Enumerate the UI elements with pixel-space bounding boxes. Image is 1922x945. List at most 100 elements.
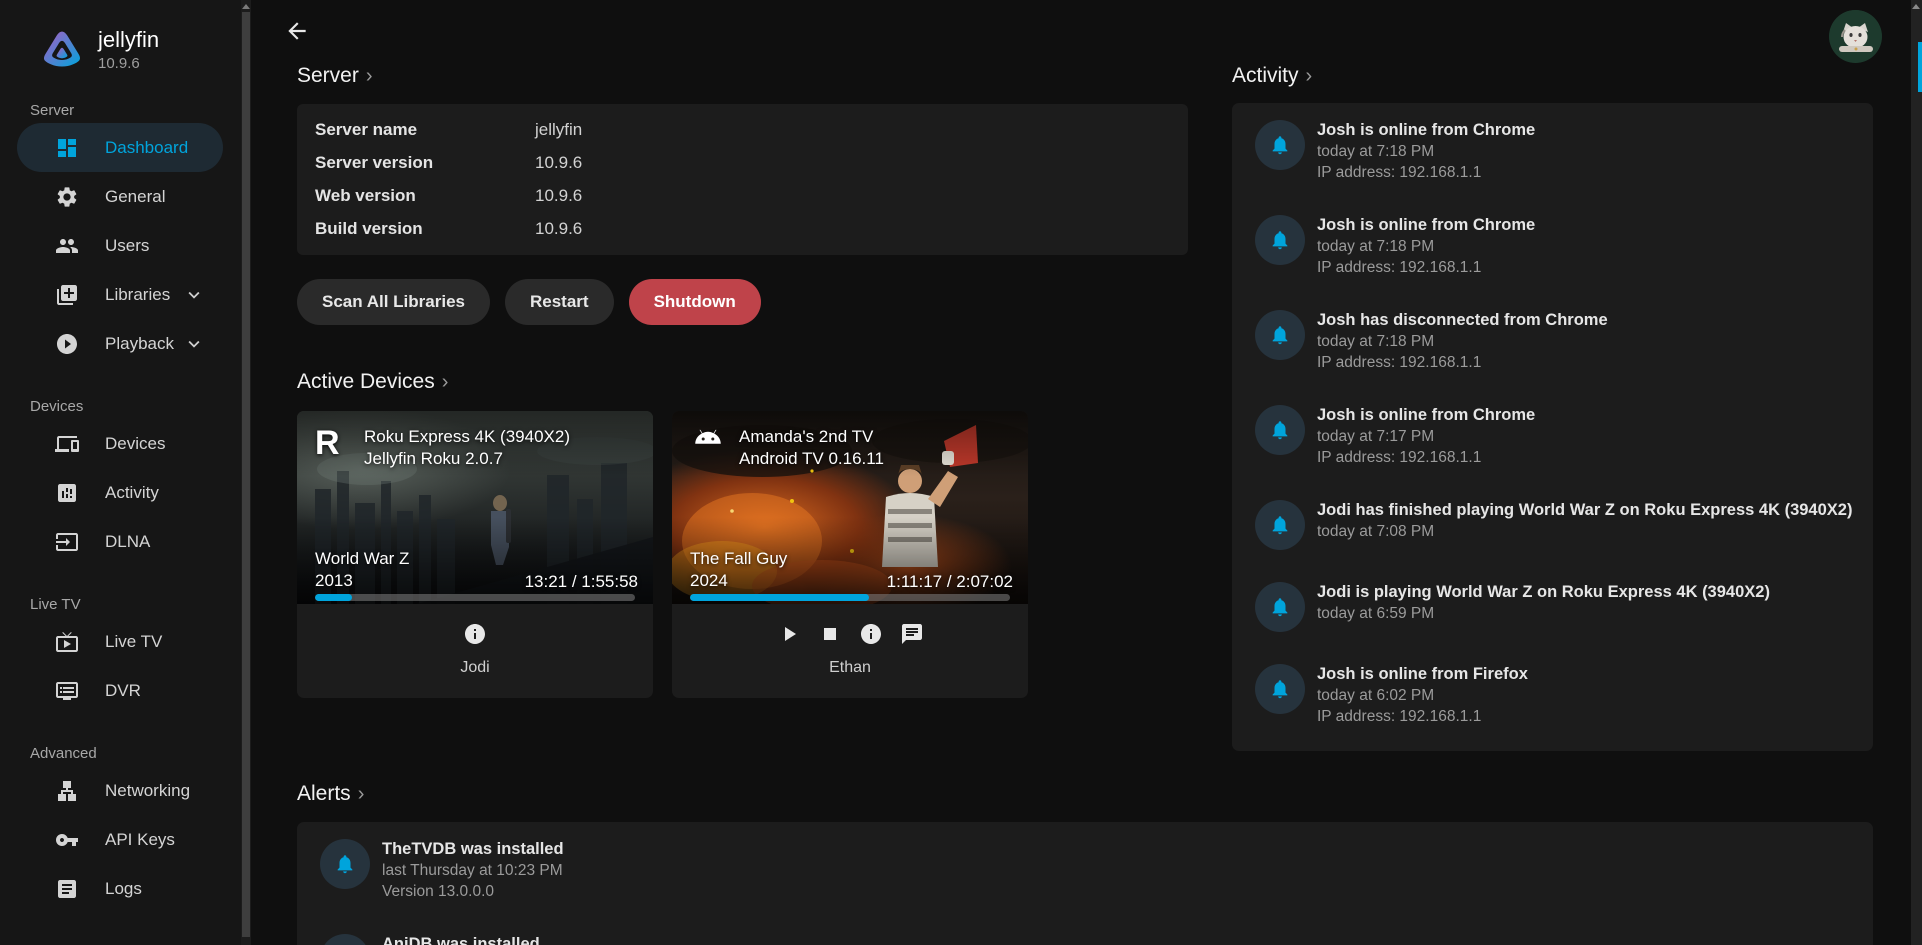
sidebar-scrollbar-thumb[interactable] (242, 12, 250, 937)
playback-progress-bar (690, 594, 1010, 601)
media-title: World War Z (315, 548, 409, 570)
device-card-android-tv[interactable]: Amanda's 2nd TV Android TV 0.16.11 The F… (672, 411, 1028, 698)
activity-ip: IP address: 192.168.1.1 (1317, 352, 1608, 373)
chevron-down-icon[interactable] (183, 333, 205, 355)
sidebar-item-dashboard[interactable]: Dashboard (17, 123, 223, 172)
session-user: Jodi (460, 659, 489, 677)
sidebar-item-libraries[interactable]: Libraries (17, 270, 223, 319)
alert-item: AniDB was installed (320, 934, 1849, 945)
scroll-up-arrow-icon[interactable] (1912, 4, 1920, 9)
playback-time: 13:21 / 1:55:58 (525, 572, 638, 592)
page-scrollbar[interactable] (1911, 0, 1922, 945)
users-icon (55, 234, 79, 258)
info-button[interactable] (859, 622, 883, 646)
dashboard-icon (55, 136, 79, 160)
sidebar-item-api-keys[interactable]: API Keys (17, 815, 223, 864)
activity-item: Jodi has finished playing World War Z on… (1255, 500, 1853, 550)
jellyfin-logo-icon (40, 28, 84, 72)
device-card-footer: Ethan (672, 604, 1028, 698)
restart-button[interactable]: Restart (505, 279, 614, 325)
stop-button[interactable] (818, 622, 842, 646)
sidebar-item-activity[interactable]: Activity (17, 468, 223, 517)
notification-badge (1255, 405, 1305, 455)
sidebar-item-playback[interactable]: Playback (17, 319, 223, 368)
alerts-heading[interactable]: Alerts › (297, 781, 364, 807)
app-logo-row: jellyfin 10.9.6 (0, 0, 241, 72)
playback-progress-bar (315, 594, 635, 601)
play-circle-icon (55, 332, 79, 356)
sidebar-item-label: API Keys (105, 830, 175, 850)
sidebar-item-label: Activity (105, 483, 159, 503)
activity-ip: IP address: 192.168.1.1 (1317, 447, 1535, 468)
sidebar-item-general[interactable]: General (17, 172, 223, 221)
activity-time: today at 6:59 PM (1317, 603, 1770, 624)
scan-all-libraries-button[interactable]: Scan All Libraries (297, 279, 490, 325)
key-icon (55, 828, 79, 852)
sidebar-item-users[interactable]: Users (17, 221, 223, 270)
sidebar-item-dvr[interactable]: DVR (17, 666, 223, 715)
now-playing-art: Amanda's 2nd TV Android TV 0.16.11 The F… (672, 411, 1028, 604)
active-devices-heading[interactable]: Active Devices › (297, 369, 448, 395)
notification-badge (320, 839, 370, 889)
device-card-roku[interactable]: R Roku Express 4K (3940X2) Jellyfin Roku… (297, 411, 653, 698)
info-value: 10.9.6 (535, 219, 582, 239)
shutdown-button[interactable]: Shutdown (629, 279, 761, 325)
activity-title: Josh is online from Firefox (1317, 664, 1528, 685)
activity-heading[interactable]: Activity › (1232, 63, 1312, 89)
sidebar-item-networking[interactable]: Networking (17, 766, 223, 815)
alert-item: TheTVDB was installed last Thursday at 1… (320, 839, 1849, 902)
server-section: Server › Server name jellyfin Server ver… (297, 63, 1188, 698)
activity-title: Jodi is playing World War Z on Roku Expr… (1317, 582, 1770, 603)
page-scrollbar-thumb[interactable] (1918, 42, 1922, 92)
device-card-footer: Jodi (297, 604, 653, 698)
user-avatar[interactable] (1829, 10, 1882, 63)
activity-ip: IP address: 192.168.1.1 (1317, 257, 1535, 278)
chevron-down-icon[interactable] (183, 284, 205, 306)
info-value: jellyfin (535, 120, 582, 140)
chevron-right-icon: › (1306, 63, 1313, 89)
activity-card: Josh is online from Chrome today at 7:18… (1232, 103, 1873, 751)
scroll-up-arrow-icon[interactable] (242, 4, 250, 9)
activity-time: today at 6:02 PM (1317, 685, 1528, 706)
android-icon (690, 426, 726, 448)
play-button[interactable] (777, 622, 801, 646)
client-name: Android TV 0.16.11 (739, 448, 884, 470)
device-card-header: R Roku Express 4K (3940X2) Jellyfin Roku… (297, 411, 653, 470)
main-content: Server › Server name jellyfin Server ver… (251, 0, 1911, 945)
sidebar-item-live-tv[interactable]: Live TV (17, 617, 223, 666)
activity-title: Josh has disconnected from Chrome (1317, 310, 1608, 331)
sidebar-item-label: Logs (105, 879, 142, 899)
sidebar-section-livetv: Live TV (30, 596, 241, 613)
server-info-row: Server version 10.9.6 (315, 147, 1170, 180)
session-user: Ethan (829, 659, 871, 677)
playback-progress-fill (315, 594, 352, 601)
device-card-header: Amanda's 2nd TV Android TV 0.16.11 (672, 411, 1028, 470)
alert-title: TheTVDB was installed (382, 839, 564, 860)
server-heading[interactable]: Server › (297, 63, 373, 89)
server-info-row: Server name jellyfin (315, 114, 1170, 147)
client-name: Jellyfin Roku 2.0.7 (364, 448, 570, 470)
alert-detail: Version 13.0.0.0 (382, 881, 564, 902)
sidebar-item-dlna[interactable]: DLNA (17, 517, 223, 566)
sidebar-item-devices[interactable]: Devices (17, 419, 223, 468)
server-heading-label: Server (297, 63, 359, 89)
info-label: Server name (315, 120, 535, 140)
media-title: The Fall Guy (690, 548, 787, 570)
bell-icon (1269, 678, 1291, 700)
sidebar-item-logs[interactable]: Logs (17, 864, 223, 913)
bell-icon (1269, 324, 1291, 346)
activity-ip: IP address: 192.168.1.1 (1317, 706, 1528, 727)
back-button[interactable] (284, 18, 310, 44)
chevron-right-icon: › (366, 63, 373, 89)
activity-title: Jodi has finished playing World War Z on… (1317, 500, 1852, 521)
server-info-row: Web version 10.9.6 (315, 180, 1170, 213)
info-button[interactable] (463, 622, 487, 646)
message-button[interactable] (900, 622, 924, 646)
sidebar-item-label: Networking (105, 781, 190, 801)
sidebar-section-devices: Devices (30, 398, 241, 415)
sidebar-scrollbar[interactable] (241, 0, 251, 945)
active-devices-row: R Roku Express 4K (3940X2) Jellyfin Roku… (297, 411, 1188, 698)
device-name: Amanda's 2nd TV (739, 426, 884, 448)
live-tv-icon (55, 630, 79, 654)
notification-badge (1255, 310, 1305, 360)
